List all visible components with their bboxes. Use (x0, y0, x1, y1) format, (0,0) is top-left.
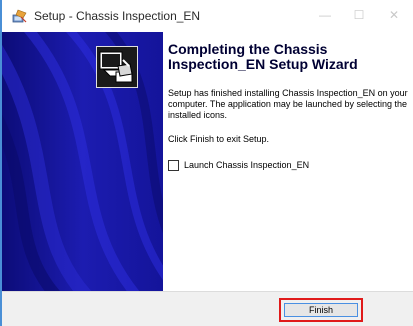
maximize-button[interactable]: ☐ (342, 0, 376, 30)
exit-instruction: Click Finish to exit Setup. (168, 134, 270, 144)
computer-install-icon (96, 46, 138, 88)
title-bar[interactable]: Setup - Chassis Inspection_EN — ☐ ✕ (2, 0, 413, 32)
wizard-sidebar-banner (2, 32, 163, 291)
wizard-heading: Completing the Chassis Inspection_EN Set… (168, 41, 358, 72)
close-button[interactable]: ✕ (377, 0, 411, 30)
setup-window: Setup - Chassis Inspection_EN — ☐ ✕ Comp… (0, 0, 413, 326)
finished-message: Setup has finished installing Chassis In… (168, 88, 408, 120)
launch-checkbox[interactable] (168, 159, 179, 171)
window-title: Setup - Chassis Inspection_EN (34, 9, 201, 23)
launch-checkbox-label[interactable]: Launch Chassis Inspection_EN (184, 160, 309, 170)
wizard-content: Completing the Chassis Inspection_EN Set… (163, 32, 413, 291)
sidebar-wave-graphic (2, 32, 163, 291)
finish-button[interactable]: Finish (284, 303, 358, 317)
launch-option[interactable]: Launch Chassis Inspection_EN (168, 158, 309, 172)
minimize-button[interactable]: — (308, 0, 342, 30)
wizard-footer: Finish (2, 291, 413, 326)
setup-app-icon (12, 9, 27, 23)
